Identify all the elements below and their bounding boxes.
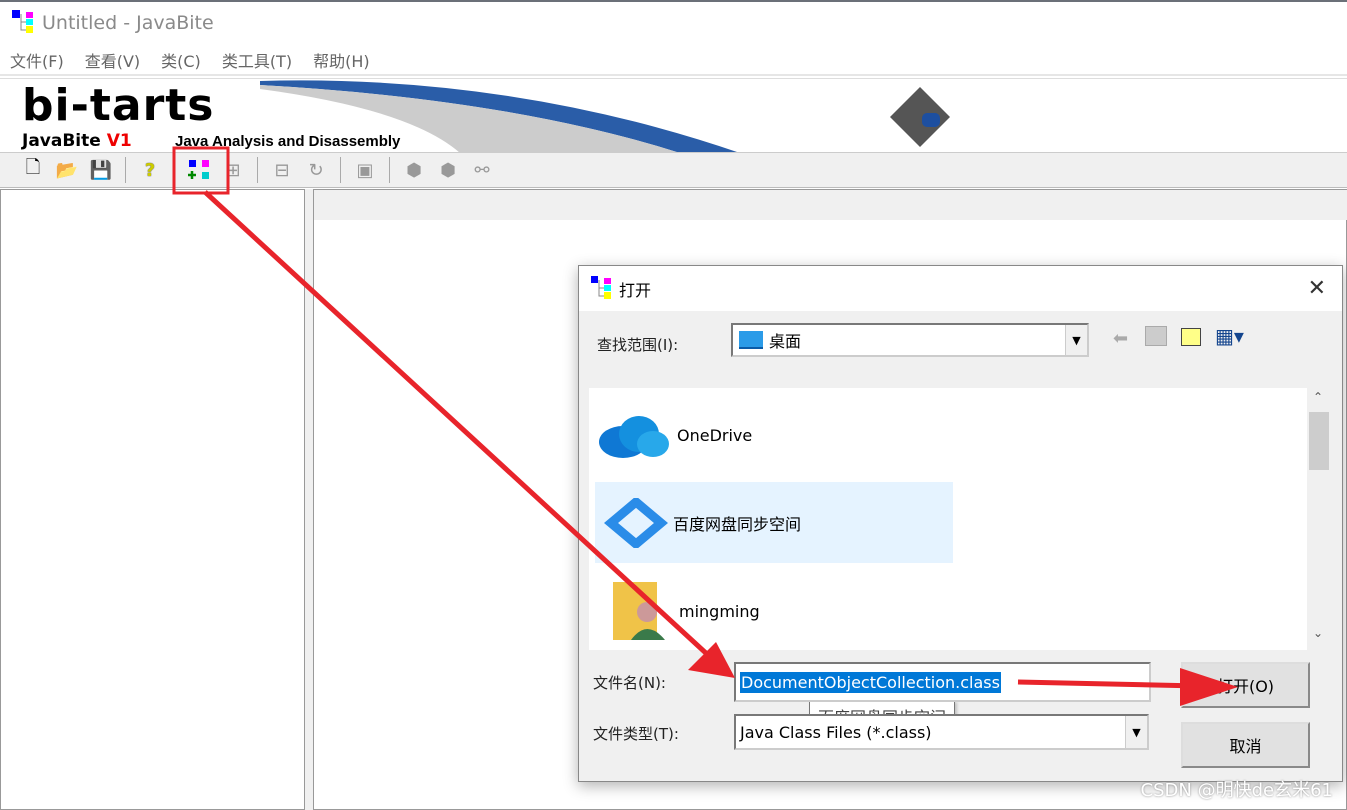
new-file-icon[interactable]: 🗋: [20, 157, 46, 183]
logo: bi-tarts: [22, 80, 215, 131]
watermark: CSDN @明快de玄米61: [1140, 780, 1333, 801]
menu-help[interactable]: 帮助(H): [313, 48, 370, 72]
inject-icon[interactable]: ⬢: [401, 157, 427, 183]
tagline: Java Analysis and Disassembly: [175, 133, 401, 150]
look-in-value: 桌面: [769, 332, 802, 351]
class-tree-icon[interactable]: ⊞: [220, 157, 246, 183]
inject2-icon[interactable]: ⬢: [435, 157, 461, 183]
class-compare-icon[interactable]: ⊟: [269, 157, 295, 183]
scroll-down-icon[interactable]: ⌄: [1313, 626, 1323, 640]
class-refresh-icon[interactable]: ↻: [303, 157, 329, 183]
menu-class-tools[interactable]: 类工具(T): [222, 48, 292, 72]
look-in-combo[interactable]: 桌面 ▼: [731, 323, 1089, 357]
open-folder-icon[interactable]: 📂: [54, 157, 80, 183]
new-folder-icon[interactable]: [1181, 328, 1201, 346]
menu-view[interactable]: 查看(V): [85, 48, 140, 72]
toolbar-separator: [340, 157, 341, 183]
scrollbar-thumb[interactable]: [1309, 412, 1329, 470]
menu-file[interactable]: 文件(F): [10, 48, 64, 72]
filetype-label: 文件类型(T):: [593, 725, 679, 743]
dialog-title: 打开: [619, 280, 652, 300]
close-icon[interactable]: ✕: [1308, 276, 1326, 301]
filename-input[interactable]: DocumentObjectCollection.class: [734, 662, 1151, 702]
view-menu-icon[interactable]: ▦▾: [1215, 324, 1244, 348]
chevron-down-icon[interactable]: ▼: [1065, 325, 1087, 355]
filename-value: DocumentObjectCollection.class: [740, 671, 1001, 693]
link-icon[interactable]: ⚯: [469, 157, 495, 183]
save-icon[interactable]: 💾: [88, 157, 114, 183]
file-list[interactable]: OneDrive 百度网盘同步空间 mingming ⌃ ⌄ 百度网盘同步空间: [589, 388, 1331, 732]
version-label: V1: [106, 131, 132, 151]
product-name: JavaBite V1: [22, 131, 132, 151]
filename-label: 文件名(N):: [593, 674, 666, 692]
user-folder-icon: [613, 582, 665, 640]
toolbar-separator: [389, 157, 390, 183]
look-in-label: 查找范围(I):: [597, 336, 679, 354]
cancel-button[interactable]: 取消: [1181, 722, 1310, 768]
open-button[interactable]: 打开(O): [1181, 662, 1310, 708]
list-item[interactable]: OneDrive: [597, 410, 752, 460]
up-folder-icon[interactable]: [1145, 326, 1167, 346]
product-label: JavaBite: [22, 131, 101, 151]
top-border: [0, 0, 1347, 2]
filetype-combo[interactable]: Java Class Files (*.class) ▼: [734, 714, 1149, 750]
vertical-scrollbar[interactable]: ⌃ ⌄: [1307, 388, 1331, 650]
pane-splitter[interactable]: [305, 189, 313, 810]
class-save-icon[interactable]: ▣: [352, 157, 378, 183]
item-name: mingming: [679, 601, 760, 621]
filetype-value: Java Class Files (*.class): [740, 722, 932, 742]
add-class-icon[interactable]: [186, 157, 212, 183]
toolbar-separator: [257, 157, 258, 183]
scroll-up-icon[interactable]: ⌃: [1313, 390, 1323, 404]
menu-class[interactable]: 类(C): [161, 48, 201, 72]
desktop-icon: [739, 331, 763, 349]
toolbar-separator: [125, 157, 126, 183]
class-tree-pane[interactable]: [0, 189, 305, 810]
chevron-down-icon[interactable]: ▼: [1125, 716, 1147, 748]
item-name: 百度网盘同步空间: [673, 514, 802, 534]
item-name: OneDrive: [677, 425, 753, 445]
list-item[interactable]: mingming: [609, 578, 760, 644]
app-icon: [591, 276, 611, 299]
back-icon[interactable]: ⬅: [1113, 328, 1128, 349]
open-dialog: 打开 ✕ 查找范围(I): 桌面 ▼ ⬅ ▦▾ OneDrive 百度网盘同步空…: [578, 265, 1343, 782]
toolbar-separator: [174, 157, 175, 183]
content-header: [314, 190, 1347, 220]
window-title: Untitled - JavaBite: [42, 12, 214, 34]
app-icon: [12, 10, 33, 33]
help-icon[interactable]: ?: [137, 157, 163, 183]
baidu-netdisk-icon: [604, 497, 668, 548]
toolbar: 🗋 📂 💾 ? ⊞ ⊟ ↻ ▣ ⬢ ⬢ ⚯: [0, 152, 1347, 188]
dialog-titlebar: 打开 ✕: [579, 266, 1342, 311]
onedrive-icon: [599, 416, 669, 458]
list-item-selected[interactable]: 百度网盘同步空间: [595, 482, 953, 563]
menu-bar: 文件(F) 查看(V) 类(C) 类工具(T) 帮助(H): [0, 46, 1347, 76]
